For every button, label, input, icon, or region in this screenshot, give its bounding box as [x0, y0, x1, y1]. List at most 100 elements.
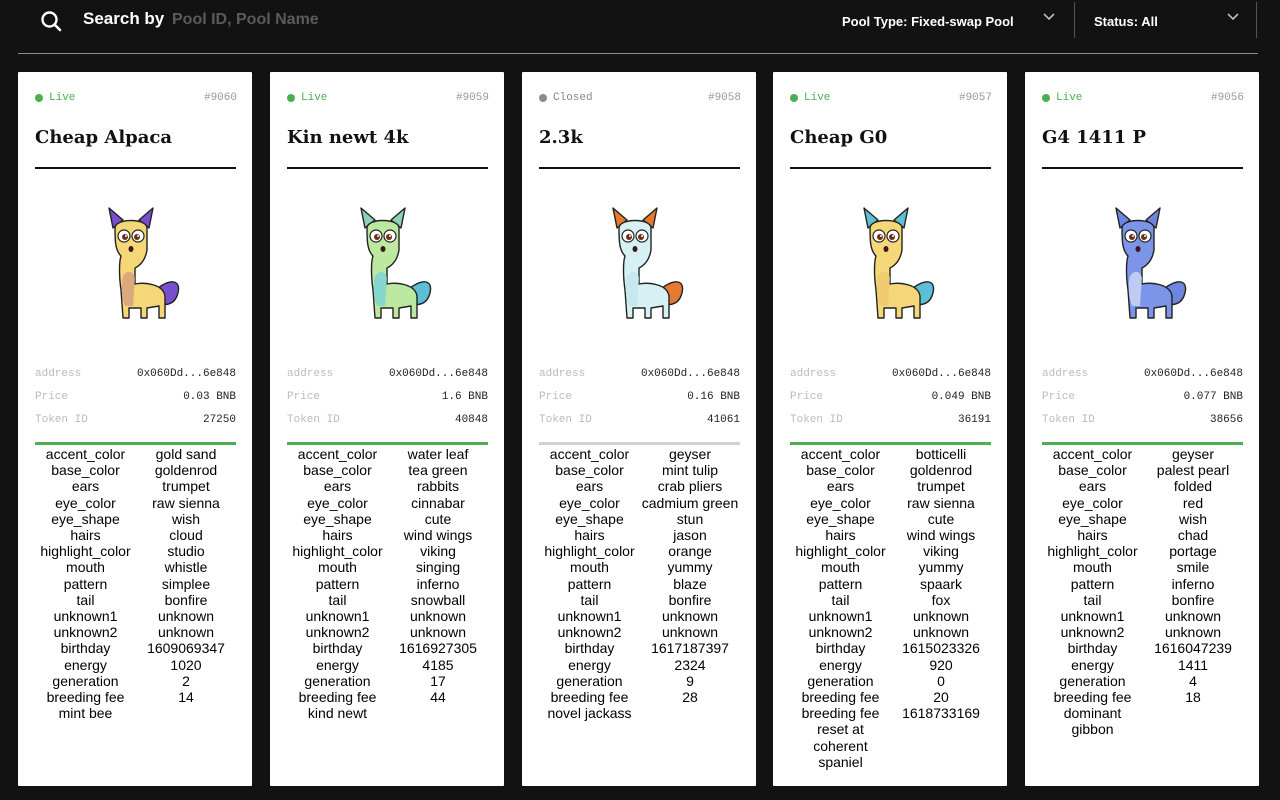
- attribute-row: eye_color red: [1042, 495, 1243, 511]
- pool-type-dropdown[interactable]: Pool Type: Fixed-swap Pool: [830, 0, 1070, 40]
- attribute-key: ears: [1078, 478, 1107, 495]
- pool-card[interactable]: Live #9059 Kin newt 4k address 0x060Dd..…: [270, 72, 504, 786]
- attribute-value: unknown: [661, 624, 719, 641]
- attribute-key: energy: [819, 656, 862, 673]
- attribute-key: generation: [1059, 672, 1126, 689]
- attribute-value: 1618733169: [902, 705, 980, 722]
- attribute-value: wish: [171, 510, 200, 527]
- attribute-key: unknown1: [808, 608, 873, 625]
- attribute-row: unknown2 unknown: [790, 624, 991, 640]
- pool-card[interactable]: Live #9057 Cheap G0 address 0x060Dd...6e…: [773, 72, 1007, 786]
- pool-status-row: Live #9060: [35, 92, 237, 106]
- address-value[interactable]: 0x060Dd...6e848: [137, 368, 236, 380]
- attribute-row: breeding fee 20: [790, 689, 991, 705]
- search-icon[interactable]: [40, 10, 62, 32]
- address-row: address 0x060Dd...6e848: [35, 368, 236, 382]
- address-label: address: [1042, 368, 1089, 380]
- pool-card[interactable]: Live #9056 G4 1411 P address 0x060Dd...6…: [1025, 72, 1259, 786]
- attribute-value: unknown: [912, 624, 970, 641]
- attribute-key: ears: [826, 478, 855, 495]
- attribute-value: 1616047239: [1154, 640, 1232, 657]
- attribute-value: unknown: [661, 608, 719, 625]
- attribute-row: dominant gibbon: [1042, 705, 1243, 737]
- attribute-row: tail bonfire: [1042, 592, 1243, 608]
- token-id-row: Token ID 36191: [790, 414, 991, 428]
- status-dot-icon: [287, 94, 295, 102]
- attribute-key: eye_shape: [51, 510, 120, 527]
- attribute-key: reset at coherent spaniel: [813, 721, 868, 770]
- attribute-key: energy: [64, 656, 107, 673]
- attribute-key: eye_color: [559, 494, 620, 511]
- attribute-value: cloud: [169, 527, 203, 544]
- attribute-row: eye_color raw sienna: [790, 495, 991, 511]
- attribute-value: bonfire: [164, 591, 208, 608]
- attribute-row: kind newt: [287, 705, 488, 721]
- attribute-key: base_color: [1058, 462, 1127, 479]
- attribute-key: unknown1: [305, 608, 370, 625]
- attribute-key: unknown2: [808, 624, 873, 641]
- attribute-key: highlight_color: [795, 543, 886, 560]
- attribute-value: 2: [182, 672, 190, 689]
- pool-id: #9056: [1210, 92, 1244, 104]
- attribute-value: [891, 721, 991, 770]
- attribute-row: mouth singing: [287, 559, 488, 575]
- pool-type-label: Pool Type: Fixed-swap Pool: [842, 14, 1014, 29]
- attribute-key: unknown2: [53, 624, 118, 641]
- attribute-row: eye_shape wish: [35, 511, 236, 527]
- attribute-key: accent_color: [297, 446, 378, 462]
- attribute-value: unknown: [157, 624, 215, 641]
- search-input[interactable]: [172, 8, 472, 32]
- price-label: Price: [790, 391, 824, 403]
- attribute-row: ears rabbits: [287, 478, 488, 494]
- attribute-row: eye_shape stun: [539, 511, 740, 527]
- attribute-row: tail bonfire: [35, 592, 236, 608]
- attribute-key: birthday: [815, 640, 866, 657]
- attribute-row: breeding fee 28: [539, 689, 740, 705]
- attribute-row: reset at coherent spaniel: [790, 721, 991, 770]
- attribute-row: tail bonfire: [539, 592, 740, 608]
- status-dropdown[interactable]: Status: All: [1080, 0, 1258, 40]
- attribute-row: energy 2324: [539, 657, 740, 673]
- attribute-value: yummy: [667, 559, 713, 576]
- attribute-row: breeding fee 18: [1042, 689, 1243, 705]
- token-id-row: Token ID 41061: [539, 414, 740, 428]
- attribute-row: tail snowball: [287, 592, 488, 608]
- attribute-value: 1615023326: [902, 640, 980, 657]
- attribute-key: pattern: [315, 575, 360, 592]
- address-value[interactable]: 0x060Dd...6e848: [389, 368, 488, 380]
- token-id-label: Token ID: [539, 414, 592, 426]
- attribute-value: wind wings: [403, 527, 473, 544]
- attribute-key: mouth: [1073, 559, 1112, 576]
- attribute-value: water leaf: [407, 446, 469, 462]
- attribute-key: eye_color: [55, 494, 116, 511]
- attribute-value: simplee: [161, 575, 211, 592]
- attribute-key: mint bee: [58, 705, 113, 722]
- attribute-key: tail: [76, 591, 95, 608]
- attribute-row: ears crab pliers: [539, 478, 740, 494]
- attribute-key: accent_color: [549, 446, 630, 462]
- address-value[interactable]: 0x060Dd...6e848: [641, 368, 740, 380]
- pool-card[interactable]: Live #9060 Cheap Alpaca address 0x060Dd.…: [18, 72, 252, 786]
- attribute-row: accent_color botticelli: [790, 446, 991, 462]
- address-value[interactable]: 0x060Dd...6e848: [1144, 368, 1243, 380]
- pool-card[interactable]: Closed #9058 2.3k address 0x060Dd...6e84…: [522, 72, 756, 786]
- attribute-value: crab pliers: [657, 478, 723, 495]
- attribute-key: unknown2: [1060, 624, 1125, 641]
- attribute-value: geyser: [668, 446, 712, 462]
- attribute-key: birthday: [60, 640, 111, 657]
- pool-name: Kin newt 4k: [287, 127, 409, 148]
- kitty-image: [360, 207, 432, 319]
- token-id-value: 40848: [454, 414, 488, 426]
- title-divider: [790, 167, 991, 169]
- attribute-value: jason: [673, 527, 707, 544]
- token-id-label: Token ID: [35, 414, 88, 426]
- attribute-value: unknown: [1164, 624, 1222, 641]
- address-label: address: [35, 368, 82, 380]
- address-value[interactable]: 0x060Dd...6e848: [892, 368, 991, 380]
- status-badge: Live: [1056, 92, 1083, 104]
- address-row: address 0x060Dd...6e848: [790, 368, 991, 382]
- pool-status-row: Live #9056: [1042, 92, 1244, 106]
- attribute-key: breeding fee: [801, 705, 880, 722]
- attribute-value: 17: [430, 672, 446, 689]
- attribute-key: base_color: [303, 462, 372, 479]
